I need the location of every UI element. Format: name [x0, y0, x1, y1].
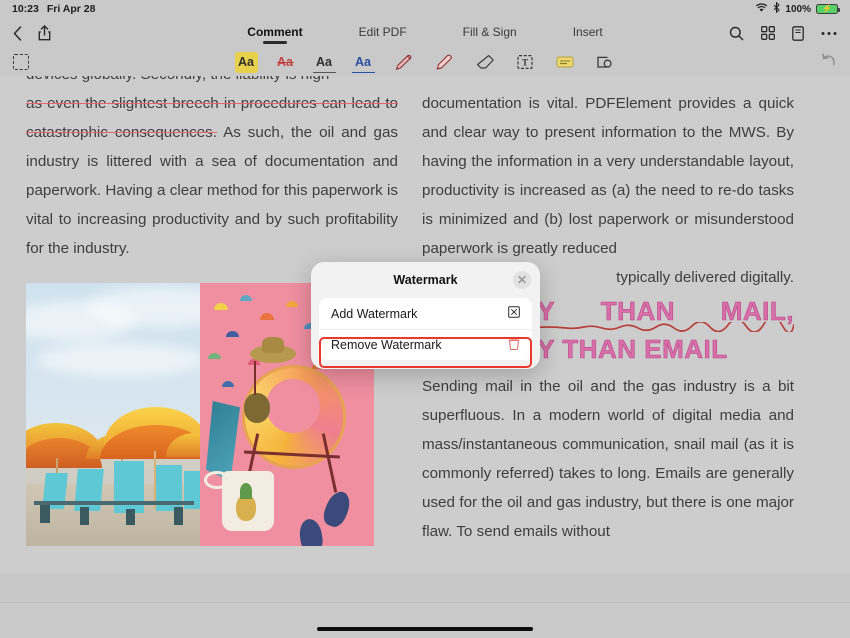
- squiggly-underline-tool[interactable]: Aa: [351, 52, 375, 73]
- more-ellipsis-icon[interactable]: [821, 31, 837, 36]
- remove-watermark-label: Remove Watermark: [331, 338, 442, 352]
- right-paragraph-1: documentation is vital. PDFElement provi…: [422, 89, 794, 263]
- right-paragraph-2-start: Sending mail in the oil and the gas indu…: [422, 378, 794, 511]
- watermark-box-icon: [508, 306, 520, 321]
- right-paragraph-2-end: To send emails without: [452, 523, 610, 540]
- bluetooth-icon: [773, 1, 781, 16]
- watermark-word-than: THAN: [600, 296, 675, 327]
- page-bottom-gap: [0, 574, 850, 602]
- svg-text:T: T: [522, 57, 528, 67]
- stamp-tool[interactable]: [593, 52, 616, 73]
- add-watermark-label: Add Watermark: [331, 306, 418, 321]
- left-cut-line: devices globally. Secondly, the liabilit…: [26, 76, 398, 89]
- remove-watermark-option[interactable]: Remove Watermark: [319, 329, 532, 360]
- strikethrough-tool[interactable]: Aa: [274, 52, 297, 73]
- left-paragraph: as even the slightest breech in procedur…: [26, 89, 398, 263]
- watermark-word-mail: MAIL,: [720, 296, 794, 327]
- tab-fill-and-sign[interactable]: Fill & Sign: [463, 25, 517, 42]
- navigation-bar: Comment Edit PDF Fill & Sign Insert: [0, 18, 850, 48]
- marquee-select-icon[interactable]: [13, 54, 29, 70]
- tab-comment[interactable]: Comment: [247, 25, 302, 42]
- add-watermark-option[interactable]: Add Watermark: [319, 298, 532, 329]
- page-thumbnail-icon[interactable]: [792, 25, 804, 41]
- sticky-note-tool[interactable]: [553, 52, 577, 73]
- chevron-left-icon[interactable]: [13, 25, 22, 41]
- status-bar: 10:23 Fri Apr 28 100% ⚡: [0, 0, 850, 18]
- status-bar-left: 10:23 Fri Apr 28: [12, 3, 95, 15]
- status-date: Fri Apr 28: [46, 3, 96, 15]
- status-time: 10:23: [12, 3, 39, 15]
- text-box-tool[interactable]: T: [514, 52, 537, 73]
- tab-insert[interactable]: Insert: [573, 25, 603, 42]
- eraser-icon[interactable]: [473, 52, 498, 73]
- share-icon[interactable]: [38, 25, 51, 41]
- nav-tabs: Comment Edit PDF Fill & Sign Insert: [0, 25, 850, 42]
- nav-left-actions: [13, 25, 51, 41]
- bottom-bar: [0, 602, 850, 638]
- right-paragraph-1-text: documentation is vital. PDFElement provi…: [422, 95, 794, 257]
- marker-tool[interactable]: [432, 52, 457, 73]
- annotation-toolbar: Aa Aa Aa Aa T: [0, 48, 850, 76]
- trash-icon: [508, 337, 520, 353]
- undo-icon[interactable]: [820, 52, 837, 72]
- watermark-dialog-header: Watermark ✕: [311, 262, 540, 298]
- annotation-tool-group: Aa Aa Aa Aa T: [0, 51, 850, 73]
- status-bar-right: 100% ⚡: [755, 1, 840, 16]
- watermark-options-list: Add Watermark Remove Watermark: [319, 298, 532, 360]
- close-icon[interactable]: ✕: [513, 271, 531, 289]
- search-icon[interactable]: [729, 26, 744, 41]
- highlight-tool[interactable]: Aa: [234, 51, 258, 73]
- left-paragraph-rest: As such, the oil and gas industry is lit…: [26, 124, 398, 257]
- watermark-dialog: Watermark ✕ Add Watermark Remove Waterma…: [311, 262, 540, 369]
- right-paragraph-2: Sending mail in the oil and the gas indu…: [422, 372, 794, 546]
- battery-charging-icon: ⚡: [816, 4, 840, 14]
- home-indicator[interactable]: [317, 627, 533, 631]
- pen-tool[interactable]: [391, 52, 416, 73]
- beach-umbrellas-photo: [26, 283, 200, 546]
- wifi-icon: [755, 2, 768, 16]
- tab-edit-pdf[interactable]: Edit PDF: [359, 25, 407, 42]
- nav-right-actions: [729, 25, 837, 41]
- watermark-dialog-title: Watermark: [393, 273, 458, 287]
- underline-tool[interactable]: Aa: [312, 52, 336, 73]
- grid-icon[interactable]: [761, 26, 775, 40]
- battery-percent: 100%: [785, 3, 811, 15]
